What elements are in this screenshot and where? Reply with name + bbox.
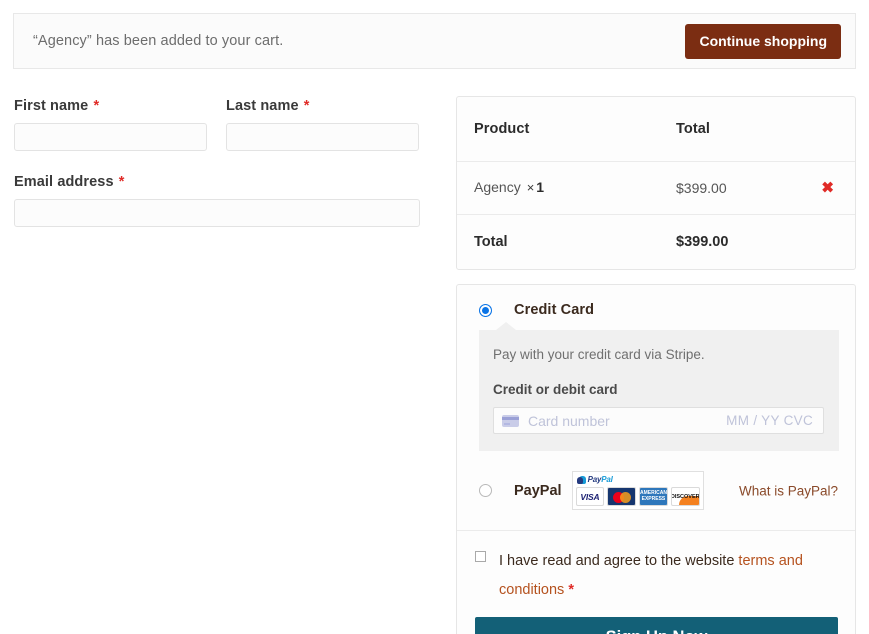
what-is-paypal-link[interactable]: What is PayPal? <box>739 483 838 498</box>
credit-or-debit-card-label: Credit or debit card <box>493 382 618 397</box>
radio-credit-card[interactable] <box>479 303 492 317</box>
last-name-input[interactable] <box>226 123 419 151</box>
quantity-multiplier: × <box>526 180 535 195</box>
terms-text: I have read and agree to the website ter… <box>499 547 838 605</box>
order-item-name-cell: Agency × 1 <box>474 179 676 197</box>
card-number-input[interactable]: Card number MM / YY CVC <box>493 407 824 434</box>
paypal-p-icon <box>577 475 586 484</box>
order-total-label: Total <box>474 234 508 250</box>
amex-icon: AMERICAN EXPRESS <box>639 487 668 506</box>
email-input[interactable] <box>14 199 420 227</box>
terms-checkbox-row: I have read and agree to the website ter… <box>475 547 838 605</box>
required-star: * <box>93 98 100 114</box>
stripe-description: Pay with your credit card via Stripe. <box>493 347 705 362</box>
table-row: Agency × 1 $399.00 ✖ <box>457 162 855 215</box>
first-name-input[interactable] <box>14 123 207 151</box>
payment-option-paypal-label: PayPal <box>514 482 562 499</box>
customer-details-form: First name * Last name * Email address * <box>14 98 434 227</box>
radio-paypal[interactable] <box>479 484 492 497</box>
column-header-total: Total <box>676 121 711 137</box>
checkout-page: “Agency” has been added to your cart. Co… <box>0 0 869 634</box>
first-name-field-group: First name * <box>14 98 207 151</box>
cart-notice-bar: “Agency” has been added to your cart. Co… <box>13 13 856 69</box>
last-name-field-group: Last name * <box>226 98 419 151</box>
credit-card-icon <box>502 414 519 427</box>
order-item-name: Agency <box>474 179 521 195</box>
remove-item-icon[interactable]: ✖ <box>821 181 834 196</box>
order-total-row: Total $399.00 <box>457 215 855 269</box>
stripe-payment-panel: Pay with your credit card via Stripe. Cr… <box>479 322 839 451</box>
required-star: * <box>568 582 574 598</box>
paypal-brand-text: PayPal <box>587 475 613 484</box>
sign-up-now-button[interactable]: Sign Up Now <box>475 617 838 634</box>
card-expiry-cvc-placeholder: MM / YY CVC <box>726 413 813 428</box>
order-item-price: $399.00 <box>676 180 727 196</box>
payment-option-credit-card-label: Credit Card <box>514 302 595 318</box>
email-label: Email address * <box>14 174 125 190</box>
first-name-label: First name * <box>14 98 100 114</box>
cart-notice-message: “Agency” has been added to your cart. <box>33 33 284 49</box>
card-number-placeholder: Card number <box>528 412 610 429</box>
column-header-product: Product <box>474 121 530 137</box>
terms-and-submit-section: I have read and agree to the website ter… <box>457 530 855 634</box>
card-logo-strip: VISA AMERICAN EXPRESS DISCOVER <box>575 487 700 506</box>
mastercard-icon <box>607 487 637 506</box>
order-summary-table: Product Total Agency × 1 $399.00 ✖ Total $… <box>456 96 856 270</box>
required-star: * <box>118 174 125 190</box>
terms-text-before: I have read and agree to the website <box>499 553 735 569</box>
order-total-value: $399.00 <box>676 234 729 250</box>
name-field-row: First name * Last name * <box>14 98 434 151</box>
panel-arrow-icon <box>496 322 516 330</box>
payment-option-credit-card[interactable]: Credit Card <box>457 285 855 318</box>
last-name-label: Last name * <box>226 98 310 114</box>
discover-icon: DISCOVER <box>670 487 700 506</box>
payment-option-paypal[interactable]: PayPal PayPal VISA AMERICAN EXPRESS DISC… <box>457 451 855 530</box>
order-table-header: Product Total <box>457 97 855 162</box>
payment-methods-box: Credit Card Pay with your credit card vi… <box>456 284 856 634</box>
continue-shopping-button[interactable]: Continue shopping <box>685 23 841 59</box>
email-field-group: Email address * <box>14 174 420 227</box>
order-and-payment-column: Product Total Agency × 1 $399.00 ✖ Total $… <box>456 96 856 634</box>
terms-checkbox[interactable] <box>475 551 486 562</box>
visa-icon: VISA <box>575 487 605 506</box>
order-item-quantity: 1 <box>536 179 545 195</box>
paypal-brand-logo: PayPal <box>576 474 700 485</box>
required-star: * <box>303 98 310 114</box>
paypal-accepted-cards: PayPal VISA AMERICAN EXPRESS DISCOVER <box>571 471 704 510</box>
